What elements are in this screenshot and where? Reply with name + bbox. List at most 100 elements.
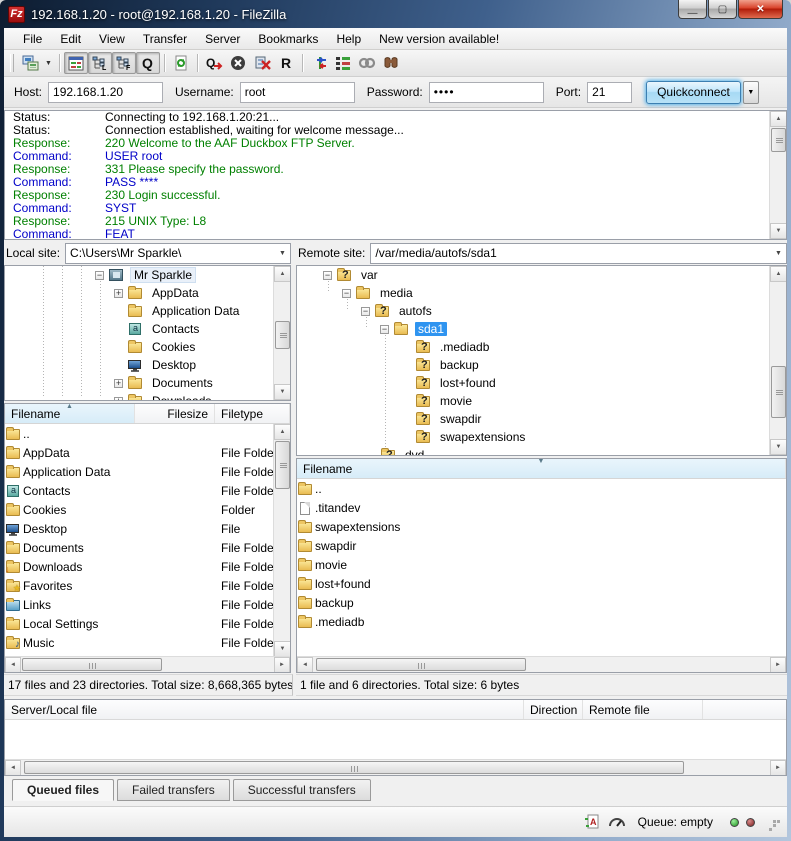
collapse-icon[interactable]: − <box>380 325 389 334</box>
collapse-icon[interactable]: − <box>361 307 370 316</box>
process-queue-button[interactable]: Q <box>202 52 226 74</box>
file-row[interactable]: .. <box>297 479 786 498</box>
tree-item[interactable]: − var <box>297 266 786 284</box>
tab-failed-transfers[interactable]: Failed transfers <box>117 779 230 801</box>
menu-server[interactable]: Server <box>196 30 249 48</box>
toolbar-grip[interactable] <box>10 54 14 72</box>
toggle-local-tree-button[interactable]: L <box>88 52 112 74</box>
remote-site-combo[interactable]: /var/media/autofs/sda1 ▼ <box>370 243 787 264</box>
tree-item[interactable]: swapdir <box>297 410 786 428</box>
toggle-message-log-button[interactable] <box>64 52 88 74</box>
file-row[interactable]: DocumentsFile Folder <box>5 538 290 557</box>
local-site-path[interactable]: C:\Users\Mr Sparkle\ <box>66 246 275 260</box>
column-header-server-local-file[interactable]: Server/Local file <box>5 700 524 719</box>
resize-grip[interactable] <box>765 816 777 828</box>
scroll-down-icon[interactable]: ▼ <box>274 384 291 400</box>
expand-icon[interactable]: + <box>114 289 123 298</box>
file-row[interactable]: CookiesFolder <box>5 500 290 519</box>
scrollbar-thumb[interactable] <box>275 321 290 349</box>
file-row[interactable]: MusicFile Folder <box>5 633 290 652</box>
file-row[interactable]: lost+found <box>297 574 786 593</box>
file-row[interactable]: LinksFile Folder <box>5 595 290 614</box>
column-header-filesize[interactable]: Filesize <box>135 404 215 423</box>
tree-item[interactable]: − Mr Sparkle <box>5 266 290 284</box>
collapse-icon[interactable]: − <box>323 271 332 280</box>
menu-file[interactable]: File <box>14 30 51 48</box>
tree-item[interactable]: + AppData <box>5 284 290 302</box>
file-row[interactable]: swapextensions <box>297 517 786 536</box>
scrollbar-thumb[interactable] <box>771 128 786 152</box>
tree-item[interactable]: Application Data <box>5 302 290 320</box>
minimize-button[interactable]: — <box>678 0 707 19</box>
scroll-right-icon[interactable]: ► <box>274 657 290 673</box>
scrollbar-thumb[interactable] <box>24 761 684 774</box>
tree-item[interactable]: dvd <box>297 446 786 456</box>
toggle-remote-tree-button[interactable]: F <box>112 52 136 74</box>
scroll-left-icon[interactable]: ◄ <box>5 760 21 776</box>
collapse-icon[interactable]: − <box>342 289 351 298</box>
scrollbar-thumb[interactable] <box>771 366 786 418</box>
tree-item[interactable]: swapextensions <box>297 428 786 446</box>
collapse-icon[interactable]: − <box>95 271 104 280</box>
scroll-up-icon[interactable]: ▲ <box>274 424 291 440</box>
scroll-right-icon[interactable]: ► <box>770 657 786 673</box>
remote-file-list[interactable]: ▼ Filename .. .titandev swapextensions s… <box>296 458 787 673</box>
column-header-filename[interactable]: ▲ Filename <box>5 404 135 423</box>
file-row[interactable]: ContactsFile Folder <box>5 481 290 500</box>
tree-item[interactable]: lost+found <box>297 374 786 392</box>
remote-tree[interactable]: − var − media − autofs − sda1 .medi <box>296 265 787 456</box>
scroll-left-icon[interactable]: ◄ <box>5 657 21 673</box>
menu-help[interactable]: Help <box>327 30 370 48</box>
tree-item[interactable]: Cookies <box>5 338 290 356</box>
scroll-down-icon[interactable]: ▼ <box>274 641 291 657</box>
remote-list-hscrollbar[interactable]: ◄ ► <box>297 656 786 672</box>
close-button[interactable]: ✕ <box>738 0 783 19</box>
scrollbar-thumb[interactable] <box>275 441 290 489</box>
speed-limit-icon[interactable] <box>608 814 626 830</box>
tab-successful-transfers[interactable]: Successful transfers <box>233 779 371 801</box>
log-scrollbar[interactable]: ▲ ▼ <box>769 111 786 239</box>
local-tree[interactable]: − Mr Sparkle + AppData Application Data … <box>4 265 291 401</box>
synchronized-browsing-button[interactable] <box>355 52 379 74</box>
password-input[interactable] <box>429 82 544 103</box>
scroll-down-icon[interactable]: ▼ <box>770 223 787 239</box>
file-row[interactable]: DownloadsFile Folder <box>5 557 290 576</box>
menu-bookmarks[interactable]: Bookmarks <box>249 30 327 48</box>
file-row[interactable]: .. <box>5 424 290 443</box>
file-row[interactable]: FavoritesFile Folder <box>5 576 290 595</box>
queue-hscrollbar[interactable]: ◄ ► <box>5 759 786 775</box>
scroll-up-icon[interactable]: ▲ <box>274 266 291 282</box>
local-file-list[interactable]: ▲ Filename Filesize Filetype .. AppDataF… <box>4 403 291 673</box>
chevron-down-icon[interactable]: ▼ <box>771 244 786 263</box>
file-row[interactable]: swapdir <box>297 536 786 555</box>
file-row[interactable]: backup <box>297 593 786 612</box>
local-list-scrollbar[interactable]: ▲ ▼ <box>273 424 290 657</box>
message-log[interactable]: Status:Connecting to 192.168.1.20:21... … <box>4 110 787 240</box>
expand-icon[interactable]: + <box>114 397 123 402</box>
remote-tree-scrollbar[interactable]: ▲ ▼ <box>769 266 786 455</box>
filter-button[interactable] <box>307 52 331 74</box>
menu-new-version[interactable]: New version available! <box>370 30 508 48</box>
local-site-combo[interactable]: C:\Users\Mr Sparkle\ ▼ <box>65 243 291 264</box>
tree-item[interactable]: − sda1 <box>297 320 786 338</box>
directory-comparison-button[interactable] <box>331 52 355 74</box>
expand-icon[interactable]: + <box>114 379 123 388</box>
file-row[interactable]: DesktopFile <box>5 519 290 538</box>
port-input[interactable] <box>587 82 632 103</box>
column-header-direction[interactable]: Direction <box>524 700 583 719</box>
tree-item[interactable]: Desktop <box>5 356 290 374</box>
site-manager-dropdown[interactable]: ▼ <box>42 52 55 74</box>
tree-item[interactable]: .mediadb <box>297 338 786 356</box>
tree-item[interactable]: movie <box>297 392 786 410</box>
transfer-queue[interactable]: Server/Local file Direction Remote file … <box>4 699 787 776</box>
chevron-down-icon[interactable]: ▼ <box>275 244 290 263</box>
tree-item[interactable]: − autofs <box>297 302 786 320</box>
column-header-filename[interactable]: ▼ Filename <box>297 459 786 478</box>
cancel-button[interactable] <box>226 52 250 74</box>
column-header-remote-file[interactable]: Remote file <box>583 700 703 719</box>
disconnect-button[interactable] <box>250 52 274 74</box>
tree-item[interactable]: Contacts <box>5 320 290 338</box>
reconnect-button[interactable]: R <box>274 52 298 74</box>
tree-item[interactable]: − media <box>297 284 786 302</box>
refresh-button[interactable] <box>169 52 193 74</box>
